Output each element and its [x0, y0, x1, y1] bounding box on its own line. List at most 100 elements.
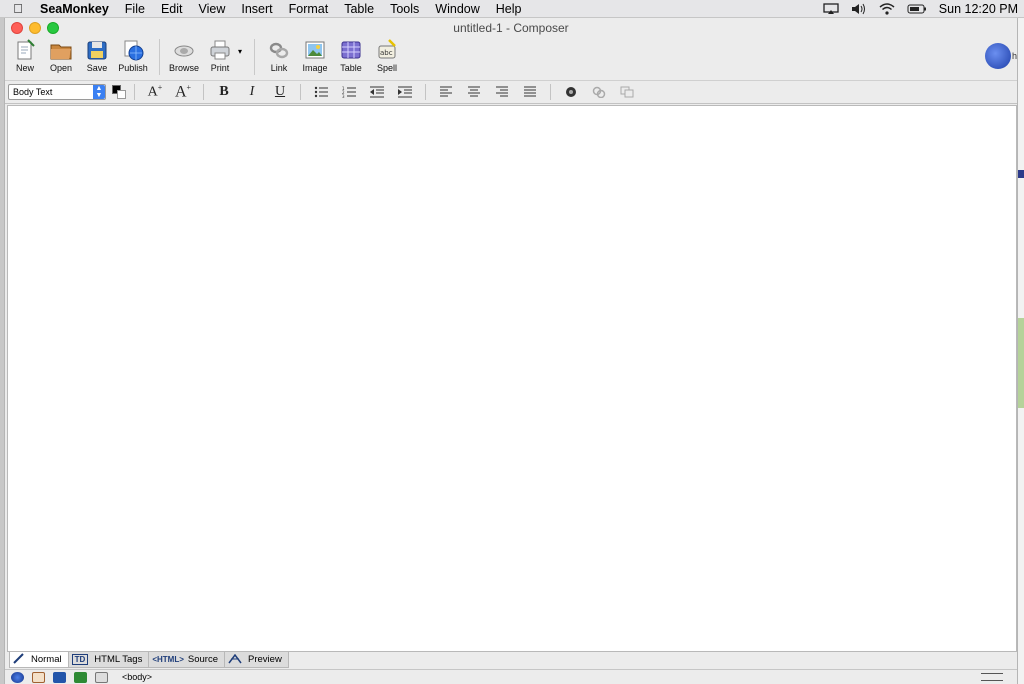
wifi-icon[interactable] — [879, 3, 895, 15]
new-button[interactable]: New — [7, 37, 43, 73]
tab-normal[interactable]: Normal — [9, 652, 69, 668]
element-path-tag[interactable]: <body> — [122, 672, 152, 682]
insert-link-small-button[interactable] — [585, 82, 613, 102]
editing-area[interactable] — [7, 105, 1017, 652]
layer-button[interactable] — [613, 82, 641, 102]
numbered-list-button[interactable]: 123 — [335, 82, 363, 102]
anchor-target-icon — [566, 87, 576, 97]
composer-icon[interactable] — [74, 671, 87, 683]
tab-preview[interactable]: Preview — [224, 652, 289, 668]
font-smaller-icon: A+ — [147, 83, 163, 100]
menu-window[interactable]: Window — [427, 2, 487, 16]
volume-icon[interactable] — [851, 3, 867, 15]
td-tag-icon: TD — [71, 654, 89, 665]
text-color-picker[interactable] — [110, 84, 128, 100]
print-button[interactable]: Print — [202, 37, 238, 73]
format-separator — [300, 84, 301, 100]
image-button[interactable]: Image — [297, 37, 333, 73]
align-center-button[interactable] — [460, 82, 488, 102]
print-dropdown-arrow-icon[interactable]: ▾ — [238, 47, 246, 56]
menu-help[interactable]: Help — [488, 2, 530, 16]
link-button[interactable]: Link — [261, 37, 297, 73]
svg-text:abc: abc — [380, 49, 393, 57]
system-menubar:  SeaMonkey File Edit View Insert Format… — [0, 0, 1024, 18]
align-right-icon — [496, 86, 508, 97]
link-small-icon — [592, 86, 606, 98]
publish-button[interactable]: Publish — [115, 37, 151, 73]
overflow-chevron-icon[interactable]: h — [1012, 51, 1017, 61]
align-justify-icon — [524, 86, 536, 97]
italic-button[interactable]: I — [238, 82, 266, 102]
align-right-button[interactable] — [488, 82, 516, 102]
outdent-icon — [370, 86, 384, 98]
numbered-list-icon: 123 — [342, 86, 356, 98]
decrease-font-size-button[interactable]: A+ — [141, 82, 169, 102]
tab-source[interactable]: <HTML> Source — [148, 652, 226, 668]
open-folder-icon — [49, 38, 73, 62]
menu-format[interactable]: Format — [281, 2, 337, 16]
menu-tools[interactable]: Tools — [382, 2, 427, 16]
window-title: untitled-1 - Composer — [453, 21, 569, 35]
composition-toolbar: New Open Save Publish Browse Print ▾ Lin… — [5, 37, 1017, 80]
pen-icon — [13, 653, 25, 666]
new-document-icon — [13, 38, 37, 62]
menu-file[interactable]: File — [117, 2, 153, 16]
bulleted-list-button[interactable] — [307, 82, 335, 102]
indent-button[interactable] — [391, 82, 419, 102]
insert-anchor-button[interactable] — [557, 82, 585, 102]
menu-insert[interactable]: Insert — [233, 2, 280, 16]
browse-eye-icon — [172, 38, 196, 62]
activity-throbber-icon[interactable] — [985, 43, 1011, 69]
format-separator — [425, 84, 426, 100]
menu-table[interactable]: Table — [336, 2, 382, 16]
align-left-button[interactable] — [432, 82, 460, 102]
html-source-icon: <HTML> — [152, 655, 184, 664]
format-separator — [550, 84, 551, 100]
apple-menu-icon[interactable]:  — [0, 1, 36, 16]
spell-button[interactable]: abc Spell — [369, 37, 405, 73]
background-window[interactable] — [1018, 18, 1024, 684]
font-larger-icon: A+ — [174, 82, 192, 101]
format-separator — [203, 84, 204, 100]
layers-icon — [620, 86, 634, 98]
preview-icon — [228, 653, 242, 666]
menu-edit[interactable]: Edit — [153, 2, 191, 16]
format-separator — [134, 84, 135, 100]
publish-globe-icon — [121, 38, 145, 62]
save-disk-icon — [85, 38, 109, 62]
paragraph-style-select[interactable]: Body Text ▲ ▼ — [8, 84, 106, 100]
mail-envelope-icon[interactable] — [32, 671, 45, 683]
bullet-list-icon — [314, 86, 328, 98]
title-bar[interactable]: untitled-1 - Composer — [5, 18, 1017, 37]
address-book-icon[interactable] — [95, 671, 108, 683]
increase-font-size-button[interactable]: A+ — [169, 82, 197, 102]
browse-button[interactable]: Browse — [166, 37, 202, 73]
resize-grip-icon[interactable] — [981, 673, 1003, 681]
table-button[interactable]: Table — [333, 37, 369, 73]
justify-button[interactable] — [516, 82, 544, 102]
select-arrows-icon: ▲ ▼ — [93, 85, 105, 99]
spell-check-icon: abc — [375, 38, 399, 62]
menu-app[interactable]: SeaMonkey — [36, 2, 117, 16]
format-toolbar: Body Text ▲ ▼ A+ A+ B I U 123 — [5, 80, 1017, 104]
image-picture-icon — [303, 38, 327, 62]
status-bar: <body> — [5, 669, 1017, 684]
battery-icon[interactable] — [907, 3, 927, 15]
underline-button[interactable]: U — [266, 82, 294, 102]
open-button[interactable]: Open — [43, 37, 79, 73]
menubar-clock[interactable]: Sun 12:20 PM — [939, 2, 1018, 16]
bold-button[interactable]: B — [210, 82, 238, 102]
outdent-button[interactable] — [363, 82, 391, 102]
indent-icon — [398, 86, 412, 98]
toolbar-separator — [254, 39, 255, 75]
chat-icon[interactable] — [53, 671, 66, 683]
save-button[interactable]: Save — [79, 37, 115, 73]
tab-html-tags[interactable]: TD HTML Tags — [67, 652, 150, 668]
toolbar-separator — [159, 39, 160, 75]
table-grid-icon — [339, 38, 363, 62]
browser-globe-icon[interactable] — [11, 671, 24, 683]
svg-text:3: 3 — [342, 94, 345, 98]
align-left-icon — [440, 86, 452, 97]
menu-view[interactable]: View — [190, 2, 233, 16]
airplay-icon[interactable] — [823, 3, 839, 15]
